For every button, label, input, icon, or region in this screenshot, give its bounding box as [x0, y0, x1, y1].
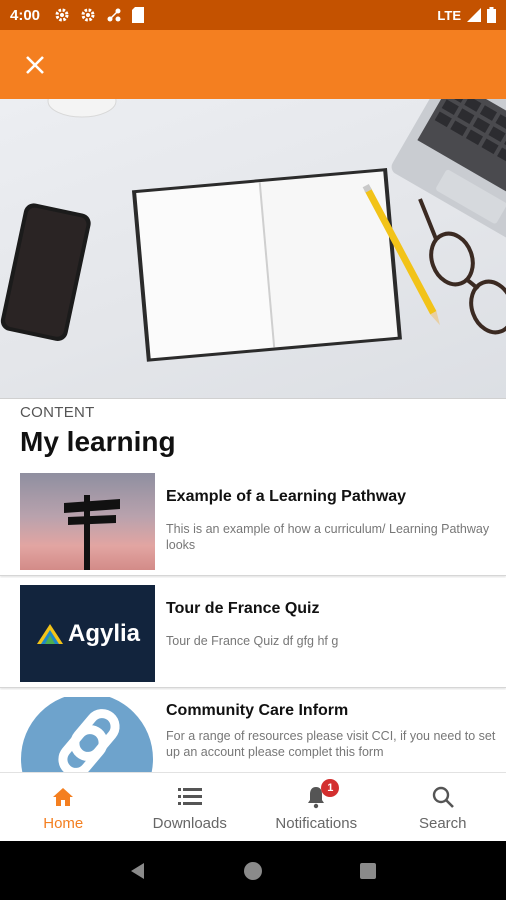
page-title: My learning [20, 426, 176, 457]
list-item[interactable]: Agylia Tour de France Quiz Tour de Franc… [0, 578, 506, 688]
list-item[interactable]: Example of a Learning Pathway This is an… [0, 466, 506, 576]
notification-badge: 1 [321, 779, 340, 797]
nav-search[interactable]: Search [380, 773, 506, 841]
item-description: This is an example of how a curriculum/ … [166, 522, 490, 552]
gear-icon [55, 8, 69, 22]
status-notification-icons [54, 7, 145, 23]
signpost-icon [64, 495, 120, 570]
item-title: Example of a Learning Pathway [166, 488, 407, 505]
nav-label: Home [43, 815, 84, 832]
sd-card-icon [132, 7, 145, 23]
back-icon[interactable] [128, 861, 148, 881]
share-icon [107, 8, 121, 22]
signal-icon [467, 8, 481, 22]
item-title: Community Care Inform [166, 702, 349, 719]
network-type: LTE [437, 7, 461, 23]
close-button[interactable] [22, 52, 48, 78]
nav-notifications[interactable]: 1 Notifications [253, 773, 380, 841]
nav-home[interactable]: Home [0, 773, 127, 841]
item-title: Tour de France Quiz [166, 600, 320, 617]
search-icon [432, 786, 454, 808]
list-icon [177, 788, 202, 805]
hero-image [0, 99, 506, 399]
learning-pathway-thumbnail [20, 473, 155, 570]
system-navigation-bar [0, 841, 506, 900]
agylia-logo-text: Agylia [67, 619, 141, 647]
recents-icon[interactable] [358, 861, 378, 881]
status-right: LTE [437, 7, 496, 23]
app-bar [0, 30, 506, 99]
item-description: For a range of resources please visit CC… [166, 729, 496, 759]
list-item[interactable]: Community Care Inform For a range of res… [0, 690, 506, 772]
learning-list: Example of a Learning Pathway This is an… [0, 466, 506, 772]
bottom-navigation: Home Downloads 1 Notifications Search [0, 772, 506, 841]
item-description: Tour de France Quiz df gfg hf g [166, 634, 339, 648]
nav-downloads[interactable]: Downloads [127, 773, 254, 841]
home-circle-icon[interactable] [243, 861, 263, 881]
agylia-logo-icon [36, 623, 63, 644]
home-icon [53, 788, 74, 806]
nav-label: Notifications [275, 815, 358, 832]
status-bar: 4:00 LTE [0, 0, 506, 30]
link-icon [21, 697, 153, 772]
agylia-logo-thumbnail: Agylia [20, 585, 155, 682]
section-label: CONTENT [20, 404, 95, 421]
status-time: 4:00 [10, 6, 41, 24]
community-care-thumbnail [20, 697, 155, 772]
gear-icon [81, 8, 95, 22]
battery-icon [487, 7, 496, 23]
nav-label: Search [418, 815, 467, 832]
close-icon [26, 55, 44, 74]
nav-label: Downloads [152, 815, 227, 832]
desk-illustration [0, 99, 506, 362]
